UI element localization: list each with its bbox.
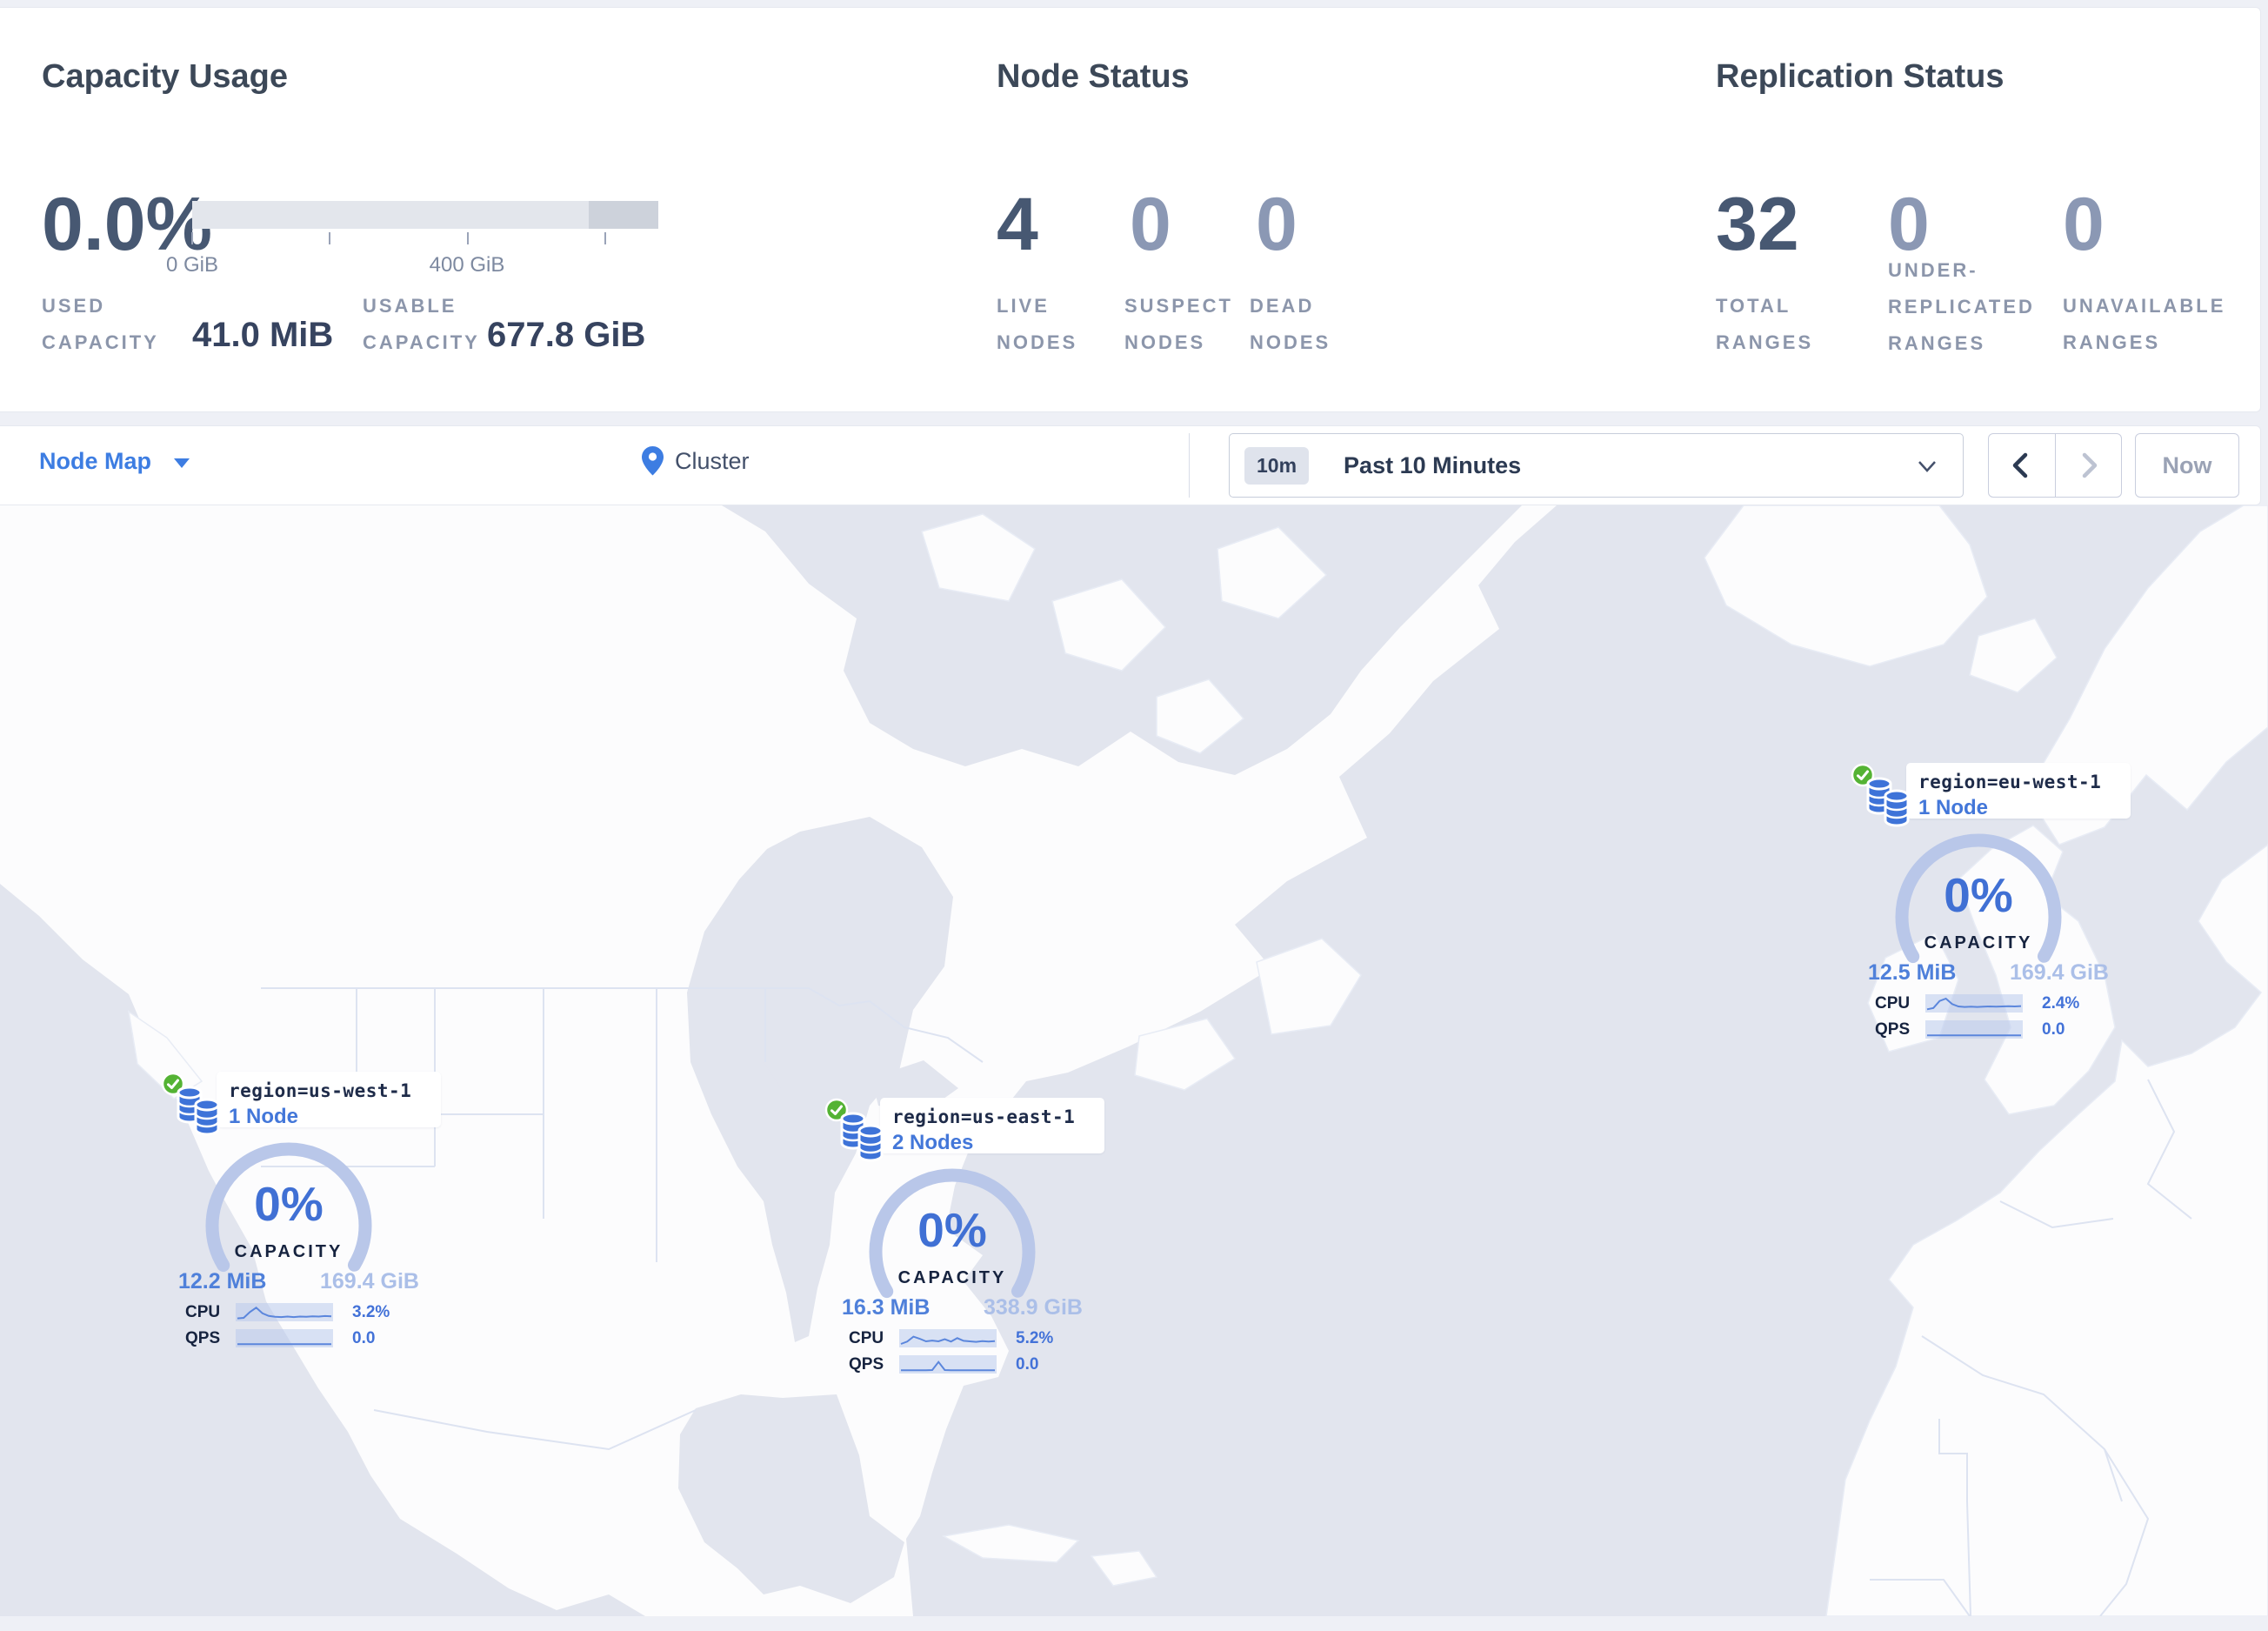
under-replicated-label: UNDER- REPLICATED RANGES <box>1888 259 2035 355</box>
world-map <box>0 505 2268 1616</box>
view-selector-label: Node Map <box>39 448 152 474</box>
qps-label: QPS <box>1875 1020 1911 1039</box>
used-capacity: 16.3 MiB <box>842 1295 931 1320</box>
used-capacity: 12.5 MiB <box>1868 960 1957 985</box>
capacity-bar <box>192 201 658 229</box>
unavailable-label: UNAVAILABLE RANGES <box>2063 295 2226 354</box>
qps-value: 0.0 <box>2042 1020 2065 1039</box>
total-ranges-label: TOTAL RANGES <box>1716 295 1814 354</box>
time-back-button[interactable] <box>1989 434 2056 497</box>
qps-sparkline <box>236 1329 333 1347</box>
capacity-bar-segment <box>589 201 658 229</box>
breadcrumb-label: Cluster <box>675 447 750 474</box>
cpu-value: 5.2% <box>1016 1329 1054 1347</box>
usable-capacity: 169.4 GiB <box>320 1269 419 1293</box>
axis-tick <box>467 232 469 244</box>
unavailable-value: 0 <box>2063 183 2105 266</box>
axis-tick <box>329 232 330 244</box>
time-range-dropdown[interactable]: 10m Past 10 Minutes <box>1229 433 1964 498</box>
chevron-left-icon <box>2012 452 2027 478</box>
cpu-sparkline <box>899 1329 997 1347</box>
usable-capacity-value: 677.8 GiB <box>487 316 646 354</box>
capacity-label: CAPACITY <box>1924 933 2033 953</box>
region-name: region=us-west-1 <box>229 1080 412 1101</box>
capacity-label: CAPACITY <box>234 1242 344 1261</box>
database-stack-icon <box>1866 777 1910 827</box>
cpu-label: CPU <box>1875 994 1911 1013</box>
time-pager <box>1988 433 2122 498</box>
replication-status-title: Replication Status <box>1716 58 2005 95</box>
axis-tick-label: 400 GiB <box>429 253 505 277</box>
time-forward-button[interactable] <box>2056 434 2122 497</box>
cpu-label: CPU <box>185 1303 221 1321</box>
capacity-percent: 0% <box>917 1203 987 1257</box>
cpu-sparkline <box>236 1303 333 1321</box>
time-range-badge: 10m <box>1244 446 1310 485</box>
node-status-title: Node Status <box>997 58 1190 95</box>
used-capacity-value: 41.0 MiB <box>192 316 334 354</box>
region-name: region=eu-west-1 <box>1918 772 2102 792</box>
region-marker-us-east-1[interactable]: region=us-east-1 2 Nodes 0% CAPACITY 16.… <box>824 1098 1104 1387</box>
time-range-label: Past 10 Minutes <box>1344 451 1522 478</box>
qps-label: QPS <box>849 1355 884 1374</box>
capacity-percent: 0% <box>254 1177 324 1231</box>
capacity-percent: 0% <box>1944 868 2013 922</box>
qps-label: QPS <box>185 1329 221 1347</box>
suspect-nodes-value: 0 <box>1130 183 1171 266</box>
axis-tick-label: 0 GiB <box>165 253 219 277</box>
node-count: 1 Node <box>1918 796 1989 819</box>
qps-value: 0.0 <box>1016 1355 1039 1374</box>
axis-tick <box>191 232 193 244</box>
usable-capacity-label: USABLE CAPACITY <box>363 295 480 354</box>
qps-value: 0.0 <box>352 1329 376 1347</box>
dead-nodes-label: DEAD NODES <box>1250 295 1331 354</box>
node-map-canvas[interactable]: region=us-west-1 1 Node 0% CAPACITY 12.2… <box>0 505 2268 1616</box>
chevron-right-icon <box>2083 452 2098 478</box>
node-count: 1 Node <box>229 1105 299 1128</box>
cpu-sparkline <box>1925 994 2023 1013</box>
usable-capacity: 169.4 GiB <box>2010 960 2109 985</box>
map-toolbar: Node Map Cluster 10m Past 10 Minutes Now <box>0 425 2261 505</box>
capacity-percent: 0.0% <box>42 183 213 266</box>
qps-sparkline <box>1925 1020 2023 1039</box>
qps-sparkline <box>899 1355 997 1374</box>
used-capacity: 12.2 MiB <box>178 1269 267 1293</box>
view-selector-dropdown[interactable]: Node Map <box>39 448 190 475</box>
node-count: 2 Nodes <box>892 1131 974 1154</box>
database-stack-icon <box>177 1086 220 1136</box>
region-marker-us-west-1[interactable]: region=us-west-1 1 Node 0% CAPACITY 12.2… <box>161 1072 441 1360</box>
chevron-down-icon <box>174 458 190 468</box>
usable-capacity: 338.9 GiB <box>984 1295 1083 1320</box>
capacity-usage-title: Capacity Usage <box>42 58 289 95</box>
map-pin-icon <box>642 446 664 476</box>
live-nodes-label: LIVE NODES <box>997 295 1078 354</box>
region-name: region=us-east-1 <box>892 1106 1076 1127</box>
under-replicated-value: 0 <box>1888 183 1930 266</box>
toolbar-divider <box>1189 433 1190 498</box>
breadcrumb[interactable]: Cluster <box>641 445 750 477</box>
used-capacity-label: USED CAPACITY <box>42 295 159 354</box>
cpu-value: 3.2% <box>352 1303 390 1321</box>
axis-tick <box>604 232 606 244</box>
suspect-nodes-label: SUSPECT NODES <box>1124 295 1233 354</box>
capacity-label: CAPACITY <box>897 1268 1007 1287</box>
cpu-value: 2.4% <box>2042 994 2080 1013</box>
cpu-label: CPU <box>849 1329 884 1347</box>
region-marker-eu-west-1[interactable]: region=eu-west-1 1 Node 0% CAPACITY 12.5… <box>1851 763 2131 1052</box>
chevron-down-icon <box>1918 461 1936 472</box>
live-nodes-value: 4 <box>997 183 1038 266</box>
database-stack-icon <box>840 1112 884 1162</box>
dead-nodes-value: 0 <box>1256 183 1297 266</box>
total-ranges-value: 32 <box>1716 183 1799 266</box>
cluster-summary-panel: Capacity Usage 0.0% 0 GiB 400 GiB USED C… <box>0 7 2261 412</box>
now-button[interactable]: Now <box>2135 433 2239 498</box>
